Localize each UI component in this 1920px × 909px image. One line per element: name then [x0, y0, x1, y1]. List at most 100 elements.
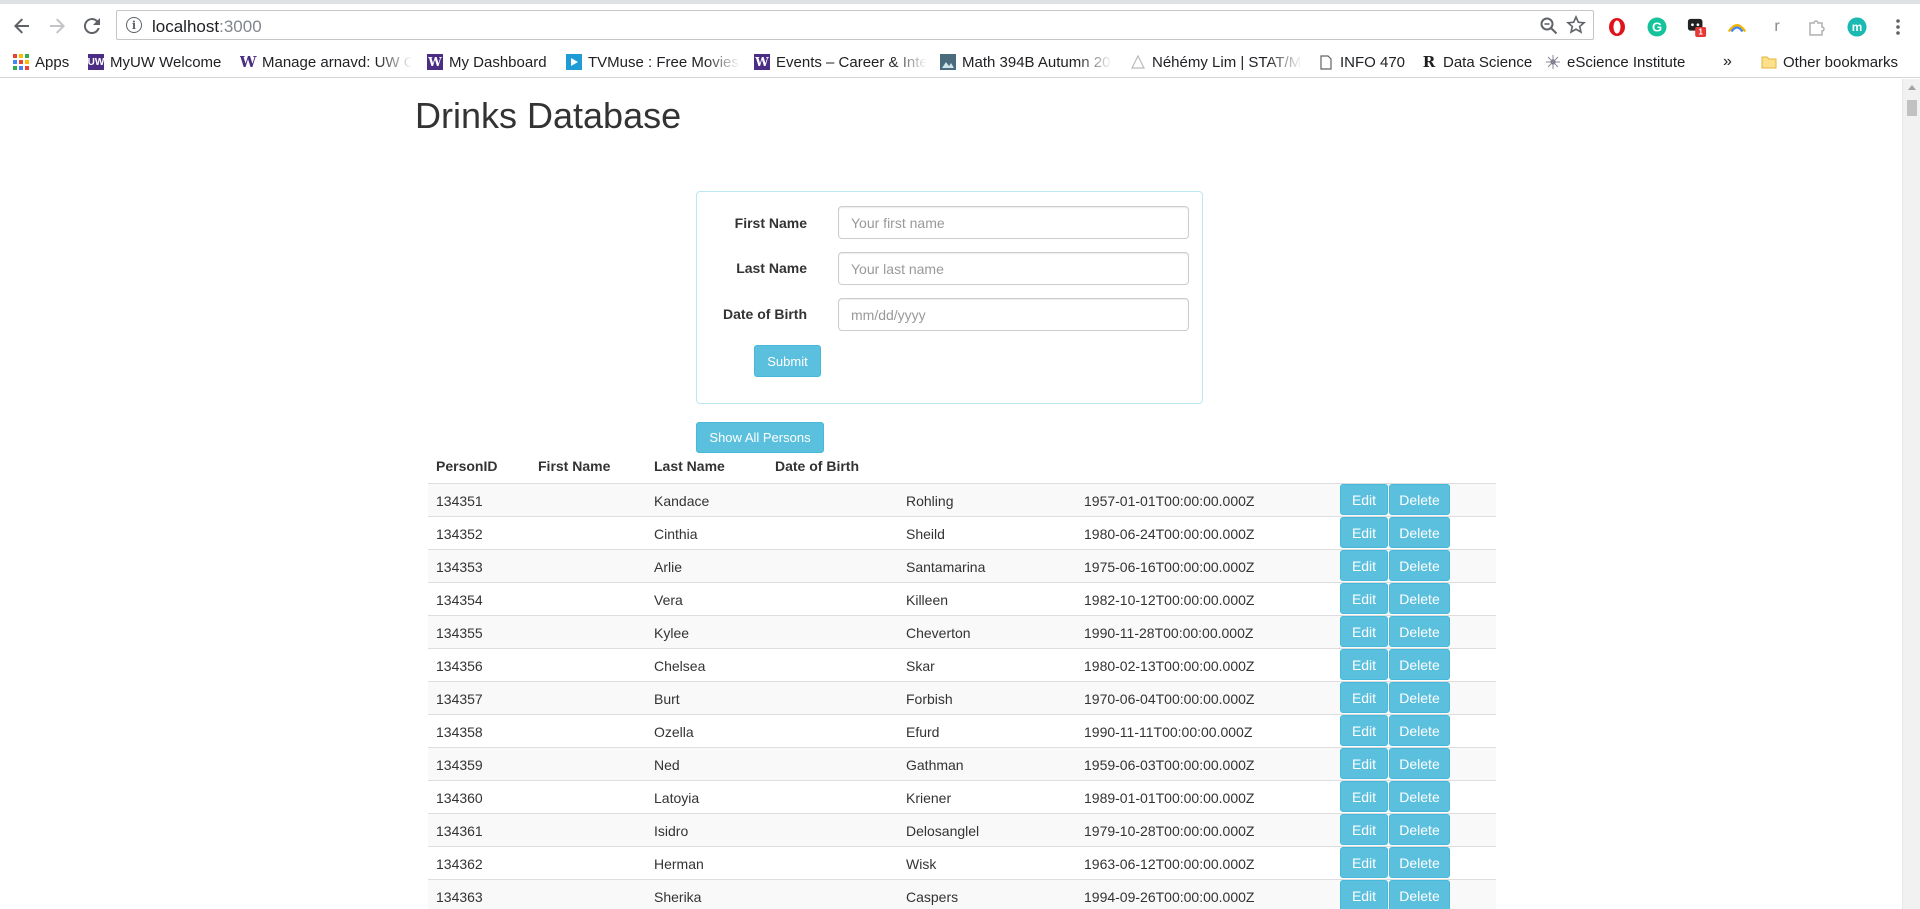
edit-button[interactable]: Edit — [1340, 616, 1388, 647]
overflow-label: » — [1723, 53, 1732, 70]
last-name-cell: Forbish — [906, 691, 953, 707]
delete-button[interactable]: Delete — [1389, 682, 1450, 713]
scroll-up-arrow-icon[interactable] — [1908, 85, 1916, 90]
delete-button[interactable]: Delete — [1389, 847, 1450, 878]
address-bar[interactable]: i localhost:3000 — [116, 10, 1594, 40]
play-icon — [566, 54, 582, 70]
last-name-cell: Rohling — [906, 493, 954, 509]
back-arrow-icon[interactable] — [9, 13, 35, 39]
edit-button[interactable]: Edit — [1340, 715, 1388, 746]
last-name-cell: Skar — [906, 658, 935, 674]
edit-button[interactable]: Edit — [1340, 847, 1388, 878]
dob-label: Date of Birth — [723, 306, 807, 322]
last-name-cell: Gathman — [906, 757, 964, 773]
menu-kebab-icon[interactable] — [1888, 17, 1908, 37]
last-name-cell: Santamarina — [906, 559, 986, 575]
grammarly-extension-icon[interactable]: G — [1647, 17, 1667, 37]
table-row: 134359 Ned Gathman 1959-06-03T00:00:00.000Z… — [428, 747, 1496, 780]
dob-cell: 1990-11-11T00:00:00.000Z — [1084, 724, 1253, 740]
bookmark-manage-arnavd[interactable]: W Manage arnavd: UW C — [240, 52, 412, 72]
reload-icon[interactable] — [79, 13, 105, 39]
bookmark-my-dashboard[interactable]: W My Dashboard — [427, 52, 555, 72]
table-row: 134360 Latoyia Kriener 1989-01-01T00:00:00.… — [428, 780, 1496, 813]
dob-input[interactable] — [838, 298, 1189, 331]
first-name-cell: Herman — [654, 856, 704, 872]
delete-button[interactable]: Delete — [1389, 517, 1450, 548]
table-row: 134362 Herman Wisk 1963-06-12T00:00:00.000Z… — [428, 846, 1496, 879]
last-name-label: Last Name — [736, 260, 807, 276]
page-title: Drinks Database — [415, 95, 682, 136]
rainbow-arc-extension-icon[interactable] — [1727, 17, 1747, 37]
dob-cell: 1959-06-03T00:00:00.000Z — [1084, 757, 1255, 773]
table-row: 134354 Vera Killeen 1982-10-12T00:00:00.000… — [428, 582, 1496, 615]
svg-text:G: G — [1652, 20, 1662, 35]
show-all-persons-button[interactable]: Show All Persons — [696, 422, 824, 453]
bookmark-star-icon[interactable] — [1566, 15, 1586, 40]
delete-button[interactable]: Delete — [1389, 550, 1450, 581]
dob-cell: 1994-09-26T00:00:00.000Z — [1084, 889, 1255, 905]
delete-button[interactable]: Delete — [1389, 781, 1450, 812]
bookmark-data-science[interactable]: R Data Science — [1421, 52, 1533, 72]
w-icon: W — [427, 54, 443, 70]
delete-button[interactable]: Delete — [1389, 715, 1450, 746]
forward-arrow-icon[interactable] — [44, 13, 70, 39]
svg-text:m: m — [1852, 20, 1863, 34]
opera-extension-icon[interactable] — [1607, 17, 1627, 37]
last-name-cell: Delosanglel — [906, 823, 980, 839]
site-info-icon[interactable]: i — [126, 17, 142, 33]
r-extension-icon[interactable]: r — [1767, 17, 1787, 37]
edit-button[interactable]: Edit — [1340, 748, 1388, 779]
person-id-cell: 134359 — [436, 757, 483, 773]
edit-button[interactable]: Edit — [1340, 517, 1388, 548]
delete-button[interactable]: Delete — [1389, 814, 1450, 845]
delete-button[interactable]: Delete — [1389, 649, 1450, 680]
chat-extension-icon[interactable]: 1 — [1687, 17, 1707, 37]
edit-button[interactable]: Edit — [1340, 583, 1388, 614]
page-scrollbar[interactable] — [1902, 79, 1920, 909]
w-icon: W — [240, 53, 257, 71]
edit-button[interactable]: Edit — [1340, 814, 1388, 845]
edit-button[interactable]: Edit — [1340, 484, 1388, 515]
last-name-cell: Efurd — [906, 724, 940, 740]
image-icon — [940, 54, 956, 70]
table-row: 134357 Burt Forbish 1970-06-04T00:00:00.000… — [428, 681, 1496, 714]
delete-button[interactable]: Delete — [1389, 880, 1450, 909]
delete-button[interactable]: Delete — [1389, 583, 1450, 614]
bookmark-tvmuse[interactable]: TVMuse : Free Movies — [566, 52, 740, 72]
bookmark-myuw[interactable]: UW MyUW Welcome — [88, 52, 228, 72]
edit-button[interactable]: Edit — [1340, 649, 1388, 680]
bookmark-events-career[interactable]: W Events – Career & Inte — [754, 52, 927, 72]
last-name-input[interactable] — [838, 252, 1189, 285]
bookmark-nehemy-lim[interactable]: Néhémy Lim | STAT/M — [1130, 52, 1302, 72]
zoom-icon[interactable] — [1540, 17, 1558, 40]
bookmark-escience[interactable]: eScience Institute — [1545, 52, 1695, 72]
bookmark-math-394b[interactable]: Math 394B Autumn 20 — [940, 52, 1112, 72]
bookmark-other-bookmarks[interactable]: Other bookmarks — [1761, 52, 1898, 72]
edit-button[interactable]: Edit — [1340, 781, 1388, 812]
first-name-cell: Sherika — [654, 889, 702, 905]
edit-button[interactable]: Edit — [1340, 550, 1388, 581]
scrollbar-thumb[interactable] — [1907, 100, 1917, 116]
edit-button[interactable]: Edit — [1340, 880, 1388, 909]
edit-button[interactable]: Edit — [1340, 682, 1388, 713]
puzzle-extension-icon[interactable] — [1807, 17, 1827, 37]
submit-button[interactable]: Submit — [754, 345, 821, 377]
table-row: 134355 Kylee Cheverton 1990-11-28T00:00:00.… — [428, 615, 1496, 648]
last-name-cell: Wisk — [906, 856, 937, 872]
dob-cell: 1963-06-12T00:00:00.000Z — [1084, 856, 1255, 872]
delete-button[interactable]: Delete — [1389, 484, 1450, 515]
person-id-cell: 134363 — [436, 889, 483, 905]
bookmark-info-470[interactable]: INFO 470 — [1318, 52, 1408, 72]
delete-button[interactable]: Delete — [1389, 748, 1450, 779]
dob-cell: 1989-01-01T00:00:00.000Z — [1084, 790, 1255, 806]
delete-button[interactable]: Delete — [1389, 616, 1450, 647]
bookmark-label: INFO 470 — [1340, 53, 1406, 71]
first-name-input[interactable] — [838, 206, 1189, 239]
bookmarks-overflow-chevron[interactable]: » — [1723, 52, 1732, 72]
bookmark-apps[interactable]: Apps — [13, 52, 69, 72]
profile-avatar-icon[interactable]: m — [1847, 17, 1867, 37]
bookmark-label: Events – Career & Inte — [776, 53, 927, 71]
w-icon: W — [754, 54, 770, 70]
dob-cell: 1982-10-12T00:00:00.000Z — [1084, 592, 1255, 608]
bookmark-label: Manage arnavd: UW C — [262, 53, 412, 71]
